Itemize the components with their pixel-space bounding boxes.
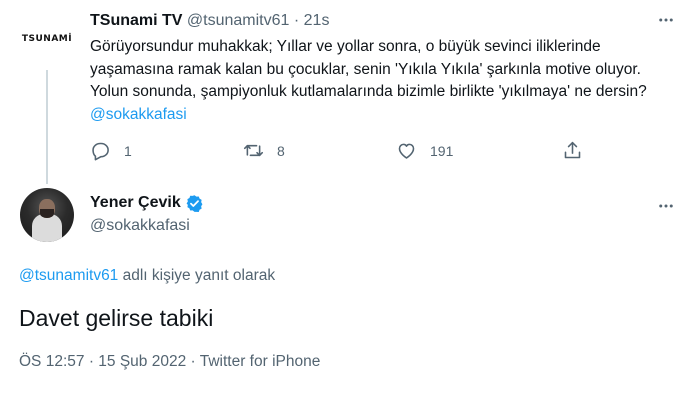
reply-icon [92,142,109,161]
replying-to-line: @tsunamitv61 adlı kişiye yanıt olarak [19,266,275,286]
tweet-text: Davet gelirse tabiki [19,305,214,331]
handle[interactable]: @tsunamitv61 [187,12,290,29]
separator-dot: · [190,353,196,370]
avatar-hoodie [32,214,62,242]
tweet-source[interactable]: Twitter for iPhone [200,353,321,370]
verified-badge-icon [186,194,203,212]
like-count: 191 [430,142,454,159]
avatar-beard [40,209,54,218]
display-name[interactable]: Yener Çevik [90,193,181,213]
reply-to-label: adlı kişiye yanıt olarak [118,267,276,284]
more-icon[interactable] [656,196,676,216]
thread-connector-line [46,70,48,184]
mention-link[interactable]: @sokakkafasi [90,106,187,123]
tweet-text: Görüyorsundur muhakkak; Yıllar ve yollar… [90,36,670,126]
tweet-body: Görüyorsundur muhakkak; Yıllar ve yollar… [90,38,647,100]
reply-count: 1 [124,142,132,159]
tweet-meta: ÖS 12:57 · 15 Şub 2022 · Twitter for iPh… [19,352,320,372]
retweet-button[interactable]: 8 [243,140,285,161]
separator-dot: · [88,353,94,370]
separator-dot: · [293,12,300,29]
retweet-count: 8 [277,142,285,159]
like-button[interactable]: 191 [396,140,453,161]
tweet-actions: 1 8 191 [90,140,610,164]
timestamp[interactable]: 21s [304,12,330,29]
reply-to-mention[interactable]: @tsunamitv61 [19,267,118,284]
retweet-icon [243,144,264,157]
more-icon[interactable] [656,10,676,30]
share-icon [564,141,581,159]
handle[interactable]: @sokakkafasi [90,216,190,236]
tweet-time[interactable]: ÖS 12:57 [19,353,85,370]
like-icon [398,143,415,159]
avatar[interactable] [20,188,74,242]
display-name[interactable]: TSunami TV [90,12,182,29]
reply-button[interactable]: 1 [90,140,132,161]
tweet-header: TSunami TV @tsunamitv61 · 21s [90,11,329,31]
tweet-date[interactable]: 15 Şub 2022 [98,353,186,370]
share-button[interactable] [562,140,583,161]
parent-tweet[interactable]: TSUNAMİ TSunami TV @tsunamitv61 · 21s Gö… [0,0,700,184]
avatar[interactable]: TSUNAMİ [20,12,74,66]
avatar-logo-text: TSUNAMİ [21,34,73,44]
display-name-row[interactable]: Yener Çevik [90,193,204,213]
